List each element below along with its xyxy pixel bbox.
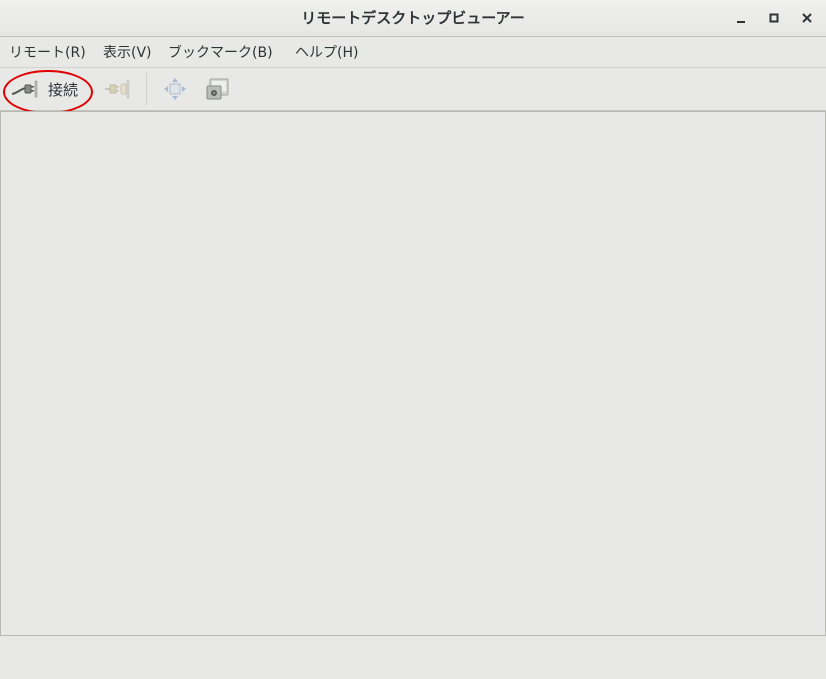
toolbar: 接続 [0, 68, 826, 111]
remote-desktop-viewer-window: リモートデスクトップビューアー リモート(R) 表示(V) ブックマーク(B) … [0, 0, 826, 679]
menu-help[interactable]: ヘルプ(H) [295, 37, 358, 67]
connect-button[interactable]: 接続 [10, 72, 78, 106]
screenshot-icon [206, 78, 229, 100]
menu-bookmarks[interactable]: ブックマーク(B) [168, 37, 273, 67]
fullscreen-icon [164, 78, 186, 100]
title-bar[interactable]: リモートデスクトップビューアー [0, 0, 826, 37]
menu-bar: リモート(R) 表示(V) ブックマーク(B) ヘルプ(H) [0, 37, 826, 68]
fullscreen-button[interactable] [162, 72, 188, 106]
menu-view[interactable]: 表示(V) [103, 37, 152, 67]
remote-display-area[interactable] [0, 111, 826, 636]
connect-label: 接続 [48, 80, 79, 99]
menu-remote[interactable]: リモート(R) [9, 37, 86, 67]
connect-plug-icon [11, 80, 38, 98]
maximize-icon [769, 13, 779, 23]
window-title: リモートデスクトップビューアー [301, 9, 525, 27]
maximize-button[interactable] [762, 6, 786, 30]
screenshot-button[interactable] [205, 72, 231, 106]
status-bar [0, 636, 826, 679]
minimize-button[interactable] [729, 6, 753, 30]
toolbar-separator [146, 73, 147, 105]
close-icon [802, 13, 812, 23]
minimize-icon [737, 21, 745, 23]
close-button[interactable] [795, 6, 819, 30]
disconnect-button[interactable] [104, 72, 132, 106]
disconnect-plug-icon [105, 79, 130, 99]
